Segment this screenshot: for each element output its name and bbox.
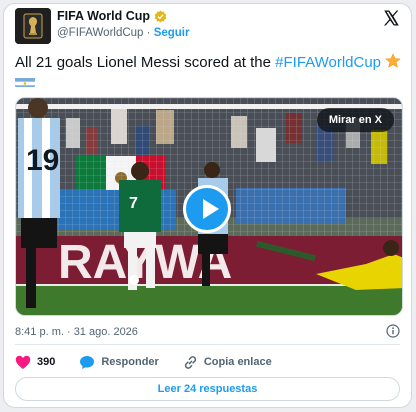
link-icon <box>184 355 196 369</box>
tweet-card: FIFA World Cup @FIFAWorldCup · Seguir Al… <box>3 3 412 408</box>
follow-button[interactable]: Seguir <box>154 27 190 39</box>
reply-label: Responder <box>101 356 159 368</box>
video-player[interactable]: RAYWA 19 7 Mirar en X <box>15 97 403 316</box>
play-icon[interactable] <box>183 185 231 233</box>
player-number-text: 7 <box>129 195 138 212</box>
divider <box>15 344 400 345</box>
avatar[interactable] <box>15 8 51 44</box>
like-count: 390 <box>37 356 56 368</box>
account-handle[interactable]: @FIFAWorldCup <box>57 27 143 39</box>
name-row: FIFA World Cup <box>57 9 167 23</box>
like-button[interactable]: 390 <box>15 355 55 370</box>
account-name[interactable]: FIFA World Cup <box>57 9 150 23</box>
heart-icon <box>15 355 31 369</box>
reply-button[interactable]: Responder <box>79 355 159 370</box>
tweet-header: FIFA World Cup @FIFAWorldCup · Seguir <box>15 8 400 44</box>
argentina-flag-icon <box>15 76 35 87</box>
watch-on-x-button[interactable]: Mirar en X <box>316 108 394 132</box>
tweet-text: All 21 goals Lionel Messi scored at the … <box>15 53 405 73</box>
copy-link-button[interactable]: Copia enlace <box>183 355 272 370</box>
handle-row: @FIFAWorldCup · Seguir <box>57 27 189 39</box>
copy-link-label: Copia enlace <box>203 356 272 368</box>
separator-dot: · <box>143 27 154 39</box>
jersey-number-text: 19 <box>26 144 59 177</box>
read-replies-button[interactable]: Leer 24 respuestas <box>15 377 400 401</box>
comment-bubble-icon <box>80 355 95 369</box>
tweet-timestamp[interactable]: 8:41 p. m. · 31 ago. 2026 <box>15 326 138 338</box>
x-logo-icon[interactable] <box>382 9 400 27</box>
info-icon[interactable] <box>386 324 400 338</box>
tweet-text-body: All 21 goals Lionel Messi scored at the <box>15 54 276 71</box>
star-emoji-icon <box>385 53 402 69</box>
hashtag-link[interactable]: #FIFAWorldCup <box>275 54 381 71</box>
action-bar: 390 Responder Copia enlace <box>15 353 296 371</box>
verified-gold-icon <box>154 9 167 23</box>
